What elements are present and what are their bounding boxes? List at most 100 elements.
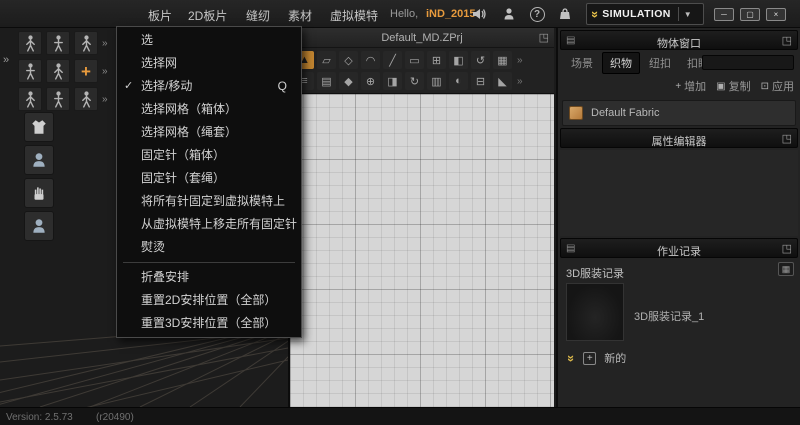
simulation-chevron-icon: » [588,10,603,17]
menu-item-label: 折叠安排 [141,270,189,284]
speaker-icon[interactable] [470,5,488,23]
arrange-tool-icon[interactable] [74,31,98,55]
object-window-header[interactable]: ▤ 物体窗口 ◳ [560,30,798,50]
popout-icon[interactable]: ◳ [782,34,792,47]
simulation-button[interactable]: » SIMULATION ▼ [586,3,704,25]
apply-fabric-button[interactable]: ⊡ 应用 [761,78,794,94]
add-record-icon[interactable]: + [583,352,596,365]
toolbar-overflow-icon[interactable]: » [102,94,108,105]
menu-item-label: 选择网格（箱体） [141,102,237,116]
username[interactable]: iND_2015 [426,8,476,20]
trace-tool-icon[interactable]: ↺ [471,51,490,69]
move-tool-icon[interactable]: + [74,59,98,83]
edit-pattern-tool-icon[interactable]: ▱ [317,51,336,69]
pin-tool-icon[interactable] [46,31,70,55]
notch-tool-icon[interactable]: ◨ [383,72,402,90]
help-glyph: ? [530,7,545,22]
copy-fabric-button[interactable]: ▣ 复制 [716,78,750,94]
menu-item-label: 选择网格（绳套） [141,125,237,139]
toolbar-overflow-icon[interactable]: » [517,55,523,66]
grade-tool-icon[interactable]: ◐ [449,72,468,90]
menu-item-iron[interactable]: 熨烫 [117,236,301,259]
fabric-list-item[interactable]: Default Fabric [562,100,796,126]
garment-record-thumbnail[interactable] [566,283,624,341]
measure-tool-icon[interactable] [46,59,70,83]
menu-material[interactable]: 素材 [288,7,312,24]
menu-item-pin-box[interactable]: 固定针（箱体） [117,144,301,167]
popout-icon[interactable]: ◳ [539,31,549,44]
pose-tool-icon[interactable] [46,87,70,111]
toolbar-overflow-icon[interactable]: » [102,66,108,77]
garment-record-name: 3D服装记录_1 [634,308,704,324]
show-garment-button[interactable] [24,112,54,142]
pattern-window-2d: » Default_MD.ZPrj ◳ ▲ ▱ ◇ ◠ ╱ ▭ ⊞ ◧ ↺ ▦ … [288,28,554,407]
select-tool-icon[interactable] [18,31,42,55]
rectangle-tool-icon[interactable]: ⊞ [427,51,446,69]
tab-button[interactable]: 纽扣 [642,53,678,73]
menu-avatar[interactable]: 虚拟模特 [330,7,378,24]
menu-item-pin-all-to-avatar[interactable]: 将所有针固定到虚拟模特上 [117,190,301,213]
history-view-button[interactable]: ▦ [778,262,794,276]
simulation-dropdown-icon[interactable]: ▼ [684,10,692,19]
menu-item-select-move[interactable]: ✓ 选择/移动 Q [117,75,301,98]
menu-pattern[interactable]: 板片 [148,7,172,24]
toolbar-overflow-icon[interactable]: » [517,76,523,87]
internal-shape-tool-icon[interactable]: ⊕ [361,72,380,90]
menu-item-fold-arrangement[interactable]: 折叠安排 [117,266,301,289]
menu-item-reset-3d-arrangement[interactable]: 重置3D安排位置（全部） [117,312,301,335]
menu-item-label: 熨烫 [141,240,165,254]
fit-tool-icon[interactable] [74,87,98,111]
object-window-tabs: 场景 织物 纽扣 扣眼 [564,53,716,73]
minimize-button[interactable]: ─ [714,8,734,21]
iron-tool-icon[interactable]: ↻ [405,72,424,90]
polygon-tool-icon[interactable]: ▭ [405,51,424,69]
history-title: 作业记录 [561,243,797,259]
history-header[interactable]: ▤ 作业记录 ◳ [560,238,798,258]
popout-icon[interactable]: ◳ [782,132,792,145]
tab-scene[interactable]: 场景 [564,53,600,73]
show-accessory-button[interactable] [24,178,54,208]
annotate-tool-icon[interactable]: ◣ [493,72,512,90]
edit-sew-tool-icon[interactable]: ◆ [339,72,358,90]
user-icon[interactable] [500,5,518,23]
menu-2d-pattern[interactable]: 2D板片 [188,7,227,24]
free-sew-tool-icon[interactable]: ▤ [317,72,336,90]
new-record-label[interactable]: 新的 [604,350,626,366]
texture-tool-icon[interactable]: ▥ [427,72,446,90]
menu-sewing[interactable]: 缝纫 [246,7,270,24]
menu-item-select-mesh-lasso[interactable]: 选择网格（绳套） [117,121,301,144]
pattern-canvas-2d[interactable] [290,94,554,407]
collapse-chevron-icon[interactable]: » [564,354,579,361]
property-editor-header[interactable]: 属性编辑器 ◳ [560,128,798,148]
apply-icon: ⊡ [761,81,769,92]
edit-point-tool-icon[interactable]: ◇ [339,51,358,69]
show-mannequin-button[interactable] [24,211,54,241]
walk-tool-icon[interactable] [18,87,42,111]
tab-fabric[interactable]: 织物 [602,52,640,74]
menu-item-select[interactable]: 选 [117,29,301,52]
store-icon[interactable] [556,5,574,23]
menu-item-pin-lasso[interactable]: 固定针（套绳） [117,167,301,190]
maximize-button[interactable]: ▢ [740,8,760,21]
object-window-title: 物体窗口 [561,35,797,51]
add-fabric-button[interactable]: + 增加 [675,78,706,94]
panel-expand-icon[interactable]: » [3,54,9,66]
help-icon[interactable]: ? [528,5,546,23]
measure-tool-icon[interactable]: ⊟ [471,72,490,90]
menu-item-select-mesh[interactable]: 选择网 [117,52,301,75]
edit-curve-tool-icon[interactable]: ◠ [361,51,380,69]
toolbar-overflow-icon[interactable]: » [102,38,108,49]
show-avatar-button[interactable] [24,145,54,175]
add-point-tool-icon[interactable]: ╱ [383,51,402,69]
avatar-tape-tool-icon[interactable] [18,59,42,83]
pattern-grid-tool-icon[interactable]: ▦ [493,51,512,69]
menu-item-select-mesh-box[interactable]: 选择网格（箱体） [117,98,301,121]
object-filter-input[interactable] [702,55,794,70]
project-title: Default_MD.ZPrj [290,32,554,44]
popout-icon[interactable]: ◳ [782,242,792,255]
dart-tool-icon[interactable]: ◧ [449,51,468,69]
close-button[interactable]: × [766,8,786,21]
pattern-window-titlebar[interactable]: » Default_MD.ZPrj ◳ [290,28,554,48]
menu-item-reset-2d-arrangement[interactable]: 重置2D安排位置（全部） [117,289,301,312]
menu-item-remove-all-pins[interactable]: 从虚拟模特上移走所有固定针 [117,213,301,236]
